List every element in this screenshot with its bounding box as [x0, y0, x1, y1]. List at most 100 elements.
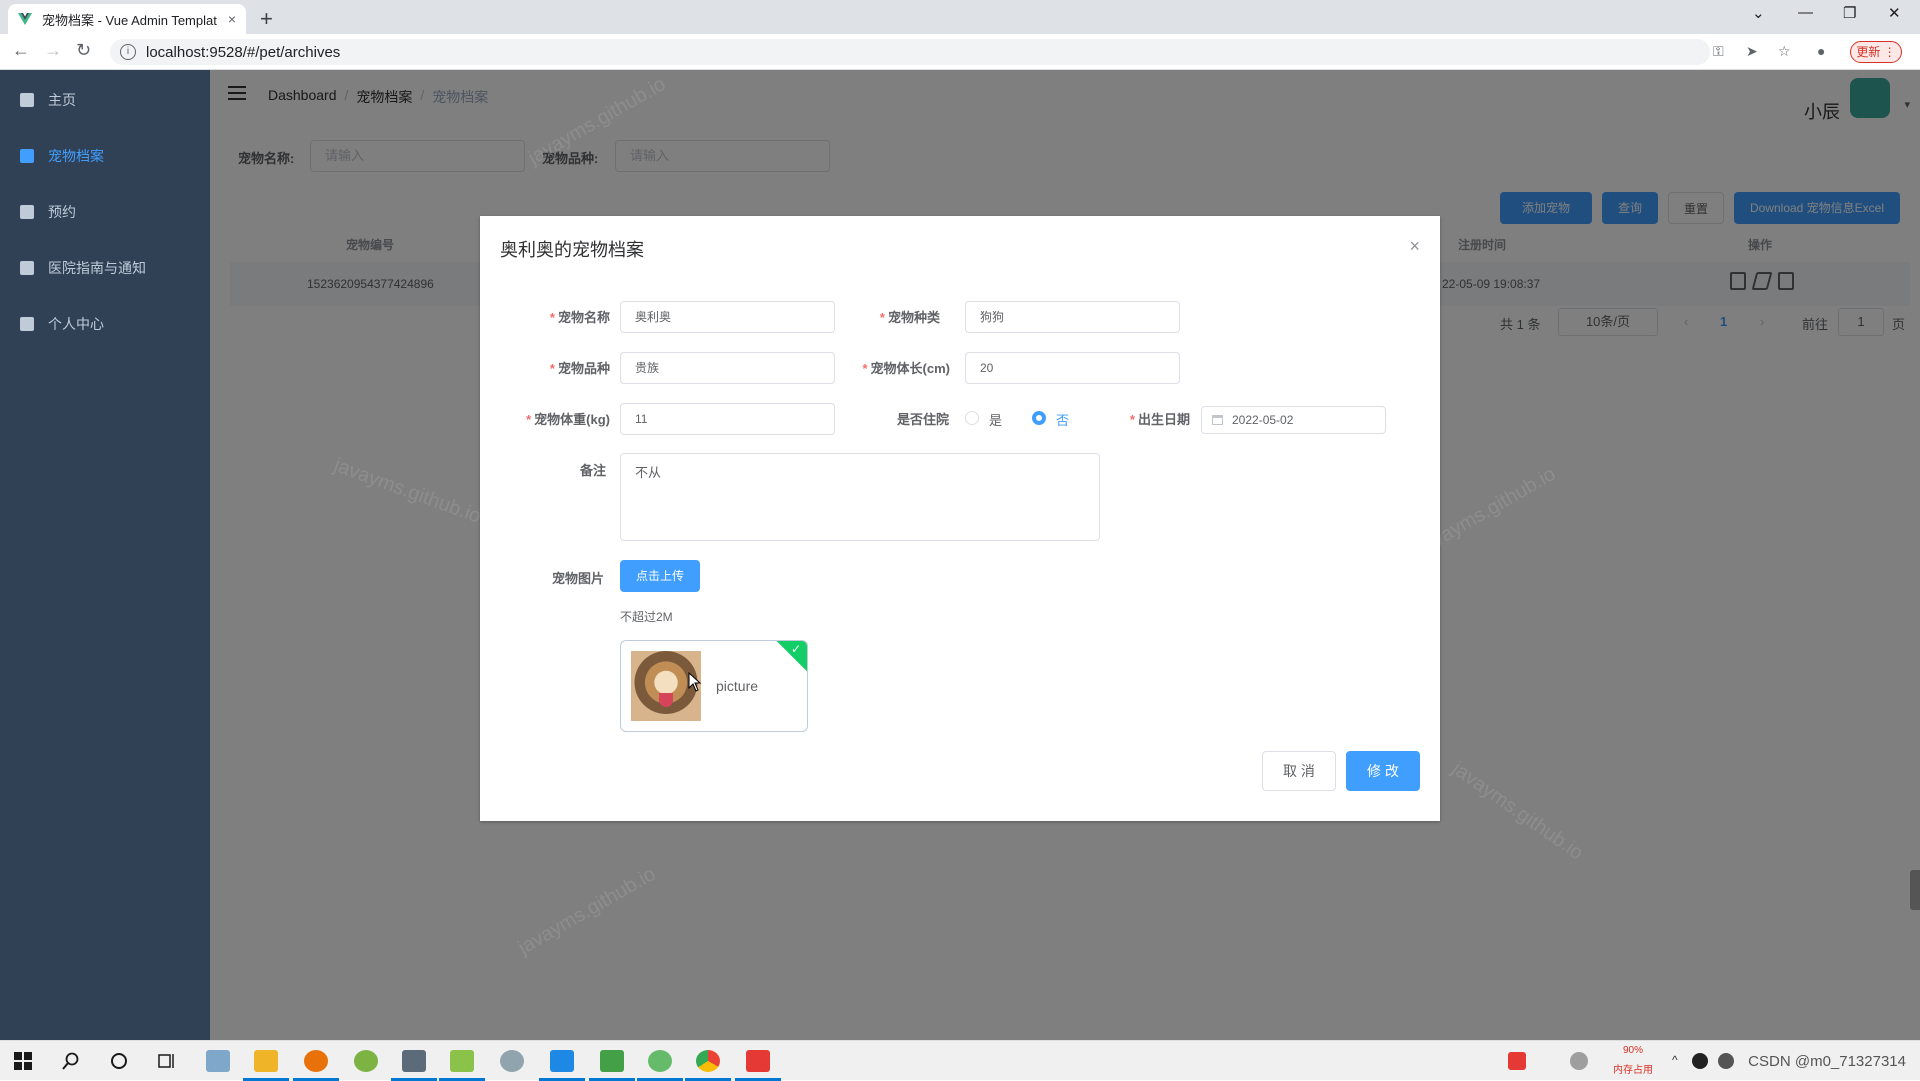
- sidebar-item-appointment[interactable]: 预约: [0, 184, 210, 240]
- hbuilder-icon[interactable]: [600, 1050, 624, 1072]
- browser-tab[interactable]: 宠物档案 - Vue Admin Templat ×: [8, 4, 246, 34]
- meeting-app-icon[interactable]: [550, 1050, 574, 1072]
- address-bar-row: ← → ↻ i localhost:9528/#/pet/archives ⚿ …: [0, 34, 1920, 70]
- pet-breed-label: * 宠物品种: [500, 358, 610, 377]
- minimize-button[interactable]: —: [1798, 4, 1813, 21]
- home-icon: [20, 93, 34, 107]
- task-view-icon[interactable]: [158, 1052, 178, 1070]
- pet-breed-label-text: 宠物品种: [557, 361, 610, 376]
- file-explorer-icon[interactable]: [254, 1050, 278, 1072]
- spring-app-icon[interactable]: [648, 1050, 672, 1072]
- memory-percent: 90%: [1622, 1045, 1643, 1056]
- forward-button[interactable]: →: [44, 40, 62, 61]
- birth-date-label-text: 出生日期: [1137, 412, 1190, 427]
- tray-expand-icon[interactable]: ^: [1672, 1053, 1678, 1067]
- check-icon: ✓: [790, 642, 801, 656]
- hospitalized-yes-radio[interactable]: [965, 411, 979, 425]
- update-button[interactable]: 更新 ⋮: [1850, 41, 1902, 63]
- document-icon: [20, 205, 34, 219]
- input-method-icon[interactable]: [1508, 1052, 1526, 1070]
- url-text: localhost:9528/#/pet/archives: [146, 43, 341, 61]
- hospitalized-yes-label[interactable]: 是: [989, 410, 1002, 429]
- restore-button[interactable]: ❐: [1843, 4, 1856, 22]
- user-tray-icon[interactable]: [1570, 1052, 1588, 1070]
- upload-button[interactable]: 点击上传: [620, 560, 700, 592]
- app-icon[interactable]: [354, 1050, 378, 1072]
- birth-date-label: * 出生日期: [1110, 409, 1190, 428]
- reload-button[interactable]: ↻: [76, 40, 91, 61]
- chrome-menu-icon: ⋮: [1883, 45, 1896, 59]
- required-mark: *: [549, 361, 555, 376]
- hospitalized-no-radio[interactable]: [1032, 411, 1046, 425]
- bookmark-star-icon[interactable]: ☆: [1778, 43, 1791, 60]
- chrome-icon[interactable]: [696, 1050, 720, 1072]
- app-icon[interactable]: [402, 1050, 426, 1072]
- calendar-icon: [20, 317, 34, 331]
- bell-icon: [20, 261, 34, 275]
- pet-length-input[interactable]: 20: [965, 352, 1180, 384]
- uploaded-file-card[interactable]: picture ✓: [620, 640, 808, 732]
- update-label: 更新: [1856, 45, 1881, 59]
- pet-picture-label: 宠物图片: [552, 571, 605, 586]
- password-key-icon[interactable]: ⚿: [1713, 43, 1724, 60]
- browser-tab-title: 宠物档案 - Vue Admin Templat: [42, 12, 217, 28]
- browser-tab-bar: 宠物档案 - Vue Admin Templat × + ⌄ — ❐ ✕: [0, 0, 1920, 34]
- required-mark: *: [879, 310, 885, 325]
- file-name: picture: [716, 678, 759, 694]
- sidebar-item-guide[interactable]: 医院指南与通知: [0, 240, 210, 296]
- pet-length-label-text: 宠物体长(cm): [870, 361, 950, 376]
- search-icon[interactable]: [62, 1052, 80, 1070]
- sidebar: 主页 宠物档案 预约 医院指南与通知 个人中心: [0, 70, 210, 1040]
- pet-length-label: * 宠物体长(cm): [770, 358, 950, 377]
- profile-icon[interactable]: ●: [1817, 43, 1825, 59]
- tab-search-icon[interactable]: ⌄: [1752, 4, 1765, 22]
- pet-type-label-text: 宠物种类: [887, 310, 940, 325]
- search-app-icon[interactable]: [304, 1050, 328, 1072]
- mouse-cursor-icon: [688, 672, 702, 692]
- sidebar-item-label: 预约: [48, 204, 76, 220]
- send-icon[interactable]: ➤: [1746, 43, 1758, 60]
- windows-taskbar: 90% 内存占用 ^ CSDN @m0_71327314: [0, 1040, 1920, 1081]
- vue-logo-icon: [18, 13, 32, 25]
- wechat-icon[interactable]: [1718, 1053, 1734, 1069]
- url-field[interactable]: i localhost:9528/#/pet/archives: [110, 39, 1710, 65]
- sidebar-item-label: 医院指南与通知: [48, 260, 146, 276]
- wps-icon[interactable]: [746, 1050, 770, 1072]
- sidebar-item-label: 主页: [48, 92, 76, 108]
- hospitalized-no-label[interactable]: 否: [1056, 410, 1069, 429]
- scrollbar-thumb[interactable]: [1910, 870, 1920, 910]
- briefcase-icon: [20, 149, 34, 163]
- cortana-icon[interactable]: [110, 1052, 128, 1070]
- calendar-icon: [1212, 415, 1223, 425]
- birth-date-picker[interactable]: 2022-05-02: [1201, 406, 1386, 434]
- notepad-icon[interactable]: [450, 1050, 474, 1072]
- close-icon[interactable]: ×: [1409, 236, 1420, 257]
- windows-start-icon[interactable]: [14, 1052, 32, 1070]
- sidebar-item-profile[interactable]: 个人中心: [0, 296, 210, 352]
- memory-label: 内存占用: [1613, 1065, 1653, 1076]
- required-mark: *: [549, 310, 555, 325]
- qq-icon[interactable]: [1692, 1053, 1708, 1069]
- site-info-icon[interactable]: i: [120, 44, 136, 60]
- tab-close-icon[interactable]: ×: [228, 11, 236, 27]
- birth-date-value: 2022-05-02: [1232, 413, 1294, 427]
- sidebar-item-label: 宠物档案: [48, 148, 104, 164]
- pet-type-label: * 宠物种类: [770, 307, 940, 326]
- pet-type-input[interactable]: 狗狗: [965, 301, 1180, 333]
- pet-weight-input[interactable]: 11: [620, 403, 835, 435]
- settings-app-icon[interactable]: [500, 1050, 524, 1072]
- pet-archive-dialog: 奥利奥的宠物档案 × * 宠物名称 奥利奥 * 宠物种类 狗狗 * 宠物品种 贵族 *…: [480, 216, 1440, 821]
- remark-label: 备注: [580, 463, 607, 478]
- sidebar-item-pet-archives[interactable]: 宠物档案: [0, 128, 210, 184]
- dialog-title: 奥利奥的宠物档案: [500, 240, 644, 260]
- back-button[interactable]: ←: [12, 40, 30, 61]
- new-tab-button[interactable]: +: [260, 6, 273, 32]
- app-icon[interactable]: [206, 1050, 230, 1072]
- remark-textarea[interactable]: 不从: [620, 453, 1100, 541]
- modify-button[interactable]: 修 改: [1346, 751, 1420, 791]
- cancel-button[interactable]: 取 消: [1262, 751, 1336, 791]
- sidebar-item-home[interactable]: 主页: [0, 72, 210, 128]
- upload-tip: 不超过2M: [620, 610, 673, 624]
- pet-weight-label-text: 宠物体重(kg): [534, 412, 610, 427]
- close-window-button[interactable]: ✕: [1888, 4, 1901, 22]
